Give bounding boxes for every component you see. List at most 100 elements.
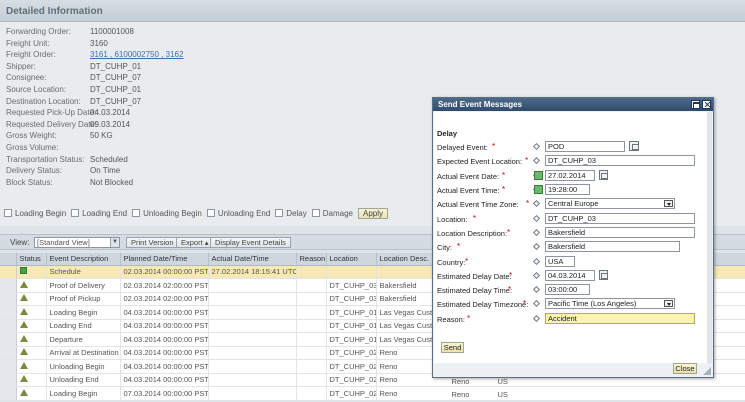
field-input[interactable]: Bakersfield xyxy=(545,227,695,238)
field-input[interactable]: Central Europe xyxy=(545,198,675,209)
display-event-details-button[interactable]: Display Event Details xyxy=(210,237,291,248)
cell-loc: DT_CUHP_03 xyxy=(326,292,377,306)
chevron-down-icon[interactable] xyxy=(664,300,673,307)
export-button[interactable]: Export ▴ xyxy=(176,237,214,248)
status-cell xyxy=(16,278,47,293)
cell-planned: 04.03.2014 00:00:00 PST xyxy=(120,373,209,387)
checkbox-icon[interactable] xyxy=(71,209,80,217)
row-selector[interactable] xyxy=(0,332,17,347)
status-warning-icon xyxy=(19,280,28,288)
row-selector[interactable] xyxy=(0,305,17,320)
field-input[interactable]: 03:00:00 xyxy=(545,284,590,295)
value-help-icon[interactable] xyxy=(534,185,543,194)
search-help-icon[interactable] xyxy=(629,141,639,151)
row-selector[interactable] xyxy=(0,373,17,387)
field-input[interactable]: 04.03.2014 xyxy=(545,270,595,281)
close-button[interactable]: Close xyxy=(673,363,697,374)
row-selector[interactable] xyxy=(0,319,17,333)
field-label-text: Estimated Delay Timezone: xyxy=(437,300,529,309)
column-header[interactable] xyxy=(0,253,17,266)
info-row: Gross Volume: xyxy=(6,142,426,154)
info-row: Transportation Status: Scheduled xyxy=(6,154,426,166)
field-input-value: Bakersfield xyxy=(548,228,586,237)
cell-locdesc-text: Reno xyxy=(379,388,398,398)
resize-handle-icon[interactable] xyxy=(703,367,711,375)
column-header[interactable]: Status xyxy=(16,253,47,266)
diamond-icon xyxy=(532,228,541,237)
cell-desc: Loading End xyxy=(46,319,121,333)
calendar-icon[interactable] xyxy=(599,170,608,180)
column-header[interactable]: Actual Date/Time xyxy=(208,253,297,266)
filter-checkbox[interactable]: Damage xyxy=(311,209,353,218)
column-header[interactable]: Planned Date/Time xyxy=(120,253,209,266)
field-label-text: City: xyxy=(437,243,452,252)
view-select[interactable]: [Standard View] ▼ xyxy=(34,237,120,248)
status-cell xyxy=(16,386,47,401)
cell-loc: DT_CUHP_02 xyxy=(326,373,377,387)
table-row[interactable]: Loading Begin 07.03.2014 00:00:00 PST DT_C… xyxy=(0,386,745,401)
field-label-text: Estimated Delay Date: xyxy=(437,272,512,281)
field-input[interactable]: Accident xyxy=(545,313,695,324)
cell-actual xyxy=(208,373,297,387)
row-selector[interactable] xyxy=(0,346,17,360)
checkbox-icon[interactable] xyxy=(311,209,320,217)
field-input[interactable]: USA xyxy=(545,256,575,267)
dialog-field-row: Estimated Delay Date: * 04.03.2014 xyxy=(437,270,707,282)
header-bar: Detailed Information xyxy=(0,0,745,22)
diamond-icon xyxy=(532,285,541,294)
cell-reason xyxy=(296,278,327,293)
filter-checkbox[interactable]: Loading Begin xyxy=(4,209,66,218)
field-label-text: Location Description: xyxy=(437,229,508,238)
info-row: Destination Location: DT_CUHP_07 xyxy=(6,96,426,108)
view-select-value: [Standard View] xyxy=(37,238,90,247)
field-input[interactable]: 27.02.2014 xyxy=(545,170,595,181)
field-label: City: xyxy=(437,243,452,252)
column-header[interactable]: Reason xyxy=(296,253,327,266)
row-selector[interactable] xyxy=(0,278,17,293)
status-cell xyxy=(16,292,47,306)
checkbox-icon[interactable] xyxy=(206,209,215,217)
info-row: Source Location: DT_CUHP_01 xyxy=(6,84,426,96)
value-help-icon[interactable] xyxy=(534,171,543,180)
field-input[interactable]: POD xyxy=(545,141,625,152)
row-selector[interactable] xyxy=(0,265,17,279)
dialog-field-row: Country: * USA xyxy=(437,256,707,268)
dialog-field-row: Actual Event Time: * 19:28:00 xyxy=(437,184,707,196)
filter-label: Delay xyxy=(286,209,307,218)
print-version-button[interactable]: Print Version xyxy=(126,237,179,248)
row-selector[interactable] xyxy=(0,359,17,374)
field-input[interactable]: Bakersfield xyxy=(545,241,680,252)
field-input[interactable]: DT_CUHP_03 xyxy=(545,213,695,224)
dialog-field-row: Delayed Event: * POD xyxy=(437,141,707,153)
send-button[interactable]: Send xyxy=(441,342,464,353)
status-warning-icon xyxy=(19,321,28,329)
chevron-down-icon[interactable]: ▼ xyxy=(110,238,119,247)
field-input[interactable]: 19:28:00 xyxy=(545,184,590,195)
field-input[interactable]: Pacific Time (Los Angeles) xyxy=(545,298,675,309)
apply-button[interactable]: Apply xyxy=(358,208,389,219)
filter-checkbox[interactable]: Unloading Begin xyxy=(132,209,202,218)
info-label: Transportation Status: xyxy=(6,154,85,164)
column-header[interactable]: Event Description xyxy=(46,253,121,266)
calendar-icon[interactable] xyxy=(599,270,608,280)
required-marker: * xyxy=(502,185,506,194)
checkbox-icon[interactable] xyxy=(275,209,284,217)
filter-checkbox[interactable]: Loading End xyxy=(71,209,127,218)
column-header[interactable]: Location xyxy=(326,253,377,266)
filter-checkbox[interactable]: Delay xyxy=(275,209,307,218)
checkbox-icon[interactable] xyxy=(132,209,141,217)
info-label: Forwarding Order: xyxy=(6,27,71,36)
required-marker: * xyxy=(523,299,527,308)
cell-locdesc-text: Bakersfield xyxy=(379,280,417,290)
checkbox-icon[interactable] xyxy=(4,209,12,217)
status-warning-icon xyxy=(19,375,28,383)
cell-actual xyxy=(208,332,297,347)
chevron-down-icon[interactable] xyxy=(664,200,673,207)
info-value-link[interactable]: 3161 , 6100002750 , 3162 xyxy=(90,50,183,59)
row-selector[interactable] xyxy=(0,386,17,401)
status-cell xyxy=(16,332,47,347)
row-selector[interactable] xyxy=(0,292,17,306)
field-input[interactable]: DT_CUHP_03 xyxy=(545,155,695,166)
info-label: Delivery Status: xyxy=(6,166,63,176)
filter-checkbox[interactable]: Unloading End xyxy=(206,209,270,218)
